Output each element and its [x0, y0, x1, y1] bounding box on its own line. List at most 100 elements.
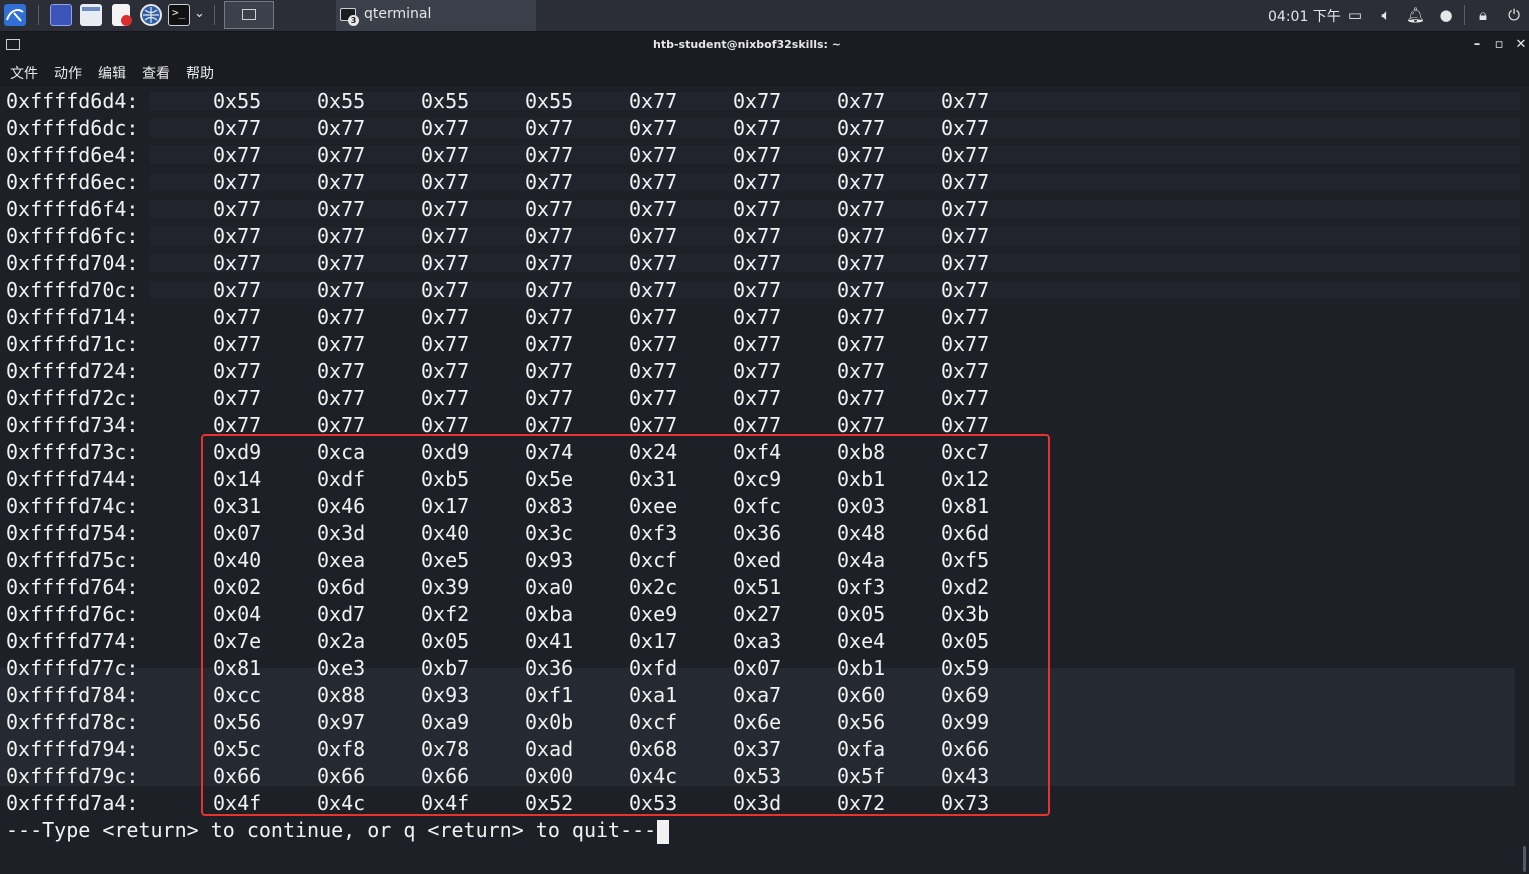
memory-byte: 0x77 — [629, 170, 678, 194]
clock[interactable]: 04:01 下午 — [1268, 6, 1341, 26]
show-desktop-icon[interactable] — [50, 4, 72, 26]
memory-byte: 0x77 — [733, 89, 782, 113]
memory-byte: 0x77 — [421, 251, 470, 275]
notification-bell-icon[interactable]: 🔔︎ — [1406, 6, 1425, 24]
memory-byte: 0x77 — [837, 359, 886, 383]
memory-byte: 0x77 — [317, 251, 366, 275]
memory-byte: 0x77 — [317, 143, 366, 167]
memory-byte: 0x77 — [525, 116, 574, 140]
volume-icon[interactable]: 🔈︎ — [1377, 6, 1395, 24]
memory-byte: 0x77 — [629, 143, 678, 167]
memory-byte: 0x77 — [733, 332, 782, 356]
memory-byte: 0x77 — [733, 224, 782, 248]
memory-byte: 0x77 — [525, 224, 574, 248]
memory-byte: 0x77 — [421, 224, 470, 248]
memory-byte: 0x77 — [525, 143, 574, 167]
memory-byte: 0x77 — [837, 278, 886, 302]
qterminal-task-button[interactable]: 3 qterminal — [336, 0, 536, 31]
menu-help[interactable]: 帮助 — [186, 63, 214, 83]
memory-byte: 0x77 — [837, 251, 886, 275]
chevron-down-icon[interactable]: ⌄ — [194, 6, 205, 21]
task-label: qterminal — [364, 6, 432, 22]
memory-byte: 0x77 — [629, 386, 678, 410]
terminal-launcher-icon[interactable]: >_ — [168, 4, 190, 26]
memory-byte: 0x55 — [421, 89, 470, 113]
text-editor-icon[interactable] — [112, 4, 132, 26]
memory-address: 0xffffd79c: — [6, 764, 139, 788]
display-icon[interactable]: ▭ — [1346, 6, 1364, 24]
file-manager-icon[interactable] — [80, 4, 102, 26]
memory-byte: 0x77 — [213, 359, 262, 383]
memory-address: 0xffffd6ec: — [6, 170, 139, 194]
memory-byte: 0x77 — [317, 305, 366, 329]
memory-address: 0xffffd774: — [6, 629, 139, 653]
memory-byte: 0x77 — [941, 143, 990, 167]
memory-byte: 0x77 — [941, 116, 990, 140]
memory-byte: 0x55 — [213, 89, 262, 113]
memory-byte: 0x77 — [525, 386, 574, 410]
scrollbar[interactable] — [1520, 86, 1529, 874]
taskbar-separator — [1464, 5, 1465, 25]
taskbar-separator — [214, 5, 215, 25]
memory-byte: 0x77 — [941, 89, 990, 113]
text-cursor — [657, 819, 670, 844]
memory-address: 0xffffd704: — [6, 251, 139, 275]
memory-byte: 0x77 — [629, 197, 678, 221]
memory-address: 0xffffd74c: — [6, 494, 139, 518]
memory-byte: 0x77 — [629, 278, 678, 302]
memory-address: 0xffffd6f4: — [6, 197, 139, 221]
active-terminal-task[interactable] — [224, 1, 274, 29]
memory-byte: 0x77 — [629, 305, 678, 329]
memory-address: 0xffffd764: — [6, 575, 139, 599]
menu-actions[interactable]: 动作 — [54, 63, 82, 83]
memory-byte: 0x77 — [837, 170, 886, 194]
memory-byte: 0x77 — [213, 143, 262, 167]
taskbar-separator — [38, 5, 39, 25]
kali-menu-icon[interactable] — [4, 4, 26, 26]
logout-icon[interactable]: ⏻ — [1505, 6, 1523, 24]
menubar: 文件 动作 编辑 查看 帮助 — [0, 58, 1529, 86]
memory-byte: 0x77 — [629, 224, 678, 248]
minimize-button[interactable]: – — [1470, 37, 1484, 52]
memory-byte: 0x77 — [733, 386, 782, 410]
memory-address: 0xffffd77c: — [6, 656, 139, 680]
memory-byte: 0x77 — [837, 116, 886, 140]
memory-byte: 0x77 — [213, 386, 262, 410]
memory-byte: 0x77 — [837, 89, 886, 113]
close-button[interactable]: ✕ — [1514, 37, 1528, 52]
scrollbar-thumb[interactable] — [1523, 846, 1526, 872]
lock-screen-icon[interactable]: 🔒︎ — [1474, 6, 1492, 24]
memory-address: 0xffffd734: — [6, 413, 139, 437]
memory-byte: 0x77 — [317, 359, 366, 383]
memory-byte: 0x77 — [213, 197, 262, 221]
memory-address: 0xffffd6dc: — [6, 116, 139, 140]
memory-byte: 0x77 — [941, 278, 990, 302]
memory-byte: 0x77 — [629, 332, 678, 356]
memory-byte: 0x77 — [421, 197, 470, 221]
memory-byte: 0x77 — [213, 332, 262, 356]
menu-file[interactable]: 文件 — [10, 63, 38, 83]
memory-address: 0xffffd75c: — [6, 548, 139, 572]
memory-byte: 0x77 — [837, 224, 886, 248]
memory-byte: 0x77 — [213, 278, 262, 302]
maximize-button[interactable]: ▫ — [1492, 37, 1506, 52]
web-browser-icon[interactable] — [140, 4, 162, 26]
memory-byte: 0x77 — [733, 170, 782, 194]
shellcode-highlight-box — [201, 434, 1050, 816]
memory-byte: 0x77 — [421, 116, 470, 140]
menu-view[interactable]: 查看 — [142, 63, 170, 83]
menu-edit[interactable]: 编辑 — [98, 63, 126, 83]
memory-byte: 0x77 — [317, 170, 366, 194]
memory-byte: 0x77 — [941, 332, 990, 356]
memory-byte: 0x77 — [525, 170, 574, 194]
power-manager-icon[interactable]: ● — [1437, 6, 1455, 24]
memory-byte: 0x77 — [941, 359, 990, 383]
window-title: htb-student@nixbof32skills: ~ — [653, 38, 841, 51]
memory-byte: 0x77 — [421, 143, 470, 167]
memory-byte: 0x77 — [837, 197, 886, 221]
memory-byte: 0x77 — [213, 170, 262, 194]
memory-byte: 0x77 — [525, 251, 574, 275]
window-titlebar[interactable]: htb-student@nixbof32skills: ~ – ▫ ✕ — [0, 32, 1529, 58]
terminal-output[interactable]: 0xffffd6d4: 0x55 0x55 0x55 0x55 0x77 0x77 0x77 0… — [0, 86, 1529, 874]
memory-address: 0xffffd72c: — [6, 386, 139, 410]
